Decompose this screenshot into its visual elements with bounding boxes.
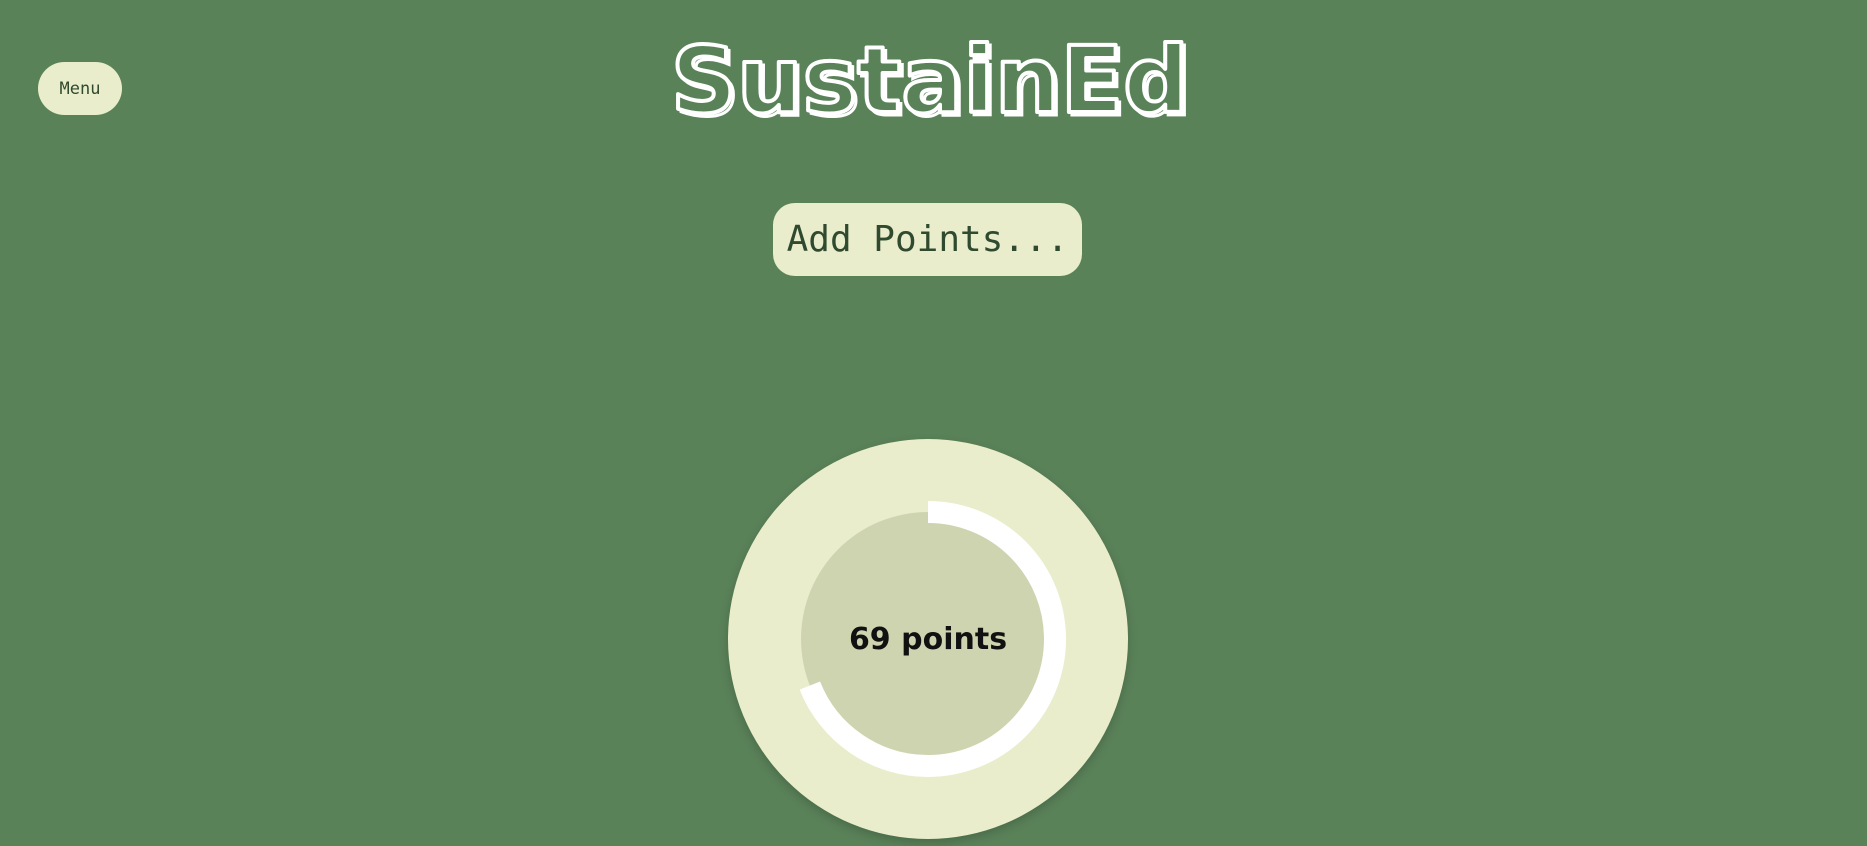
add-points-button[interactable]: Add Points... bbox=[773, 203, 1082, 276]
points-progress-ring: 69 points bbox=[728, 439, 1128, 839]
logo: SustainEd SustainEd bbox=[669, 25, 1194, 132]
menu-button[interactable]: Menu bbox=[38, 62, 122, 115]
points-label: 69 points bbox=[848, 621, 1008, 657]
svg-text:SustainEd: SustainEd bbox=[671, 27, 1189, 132]
